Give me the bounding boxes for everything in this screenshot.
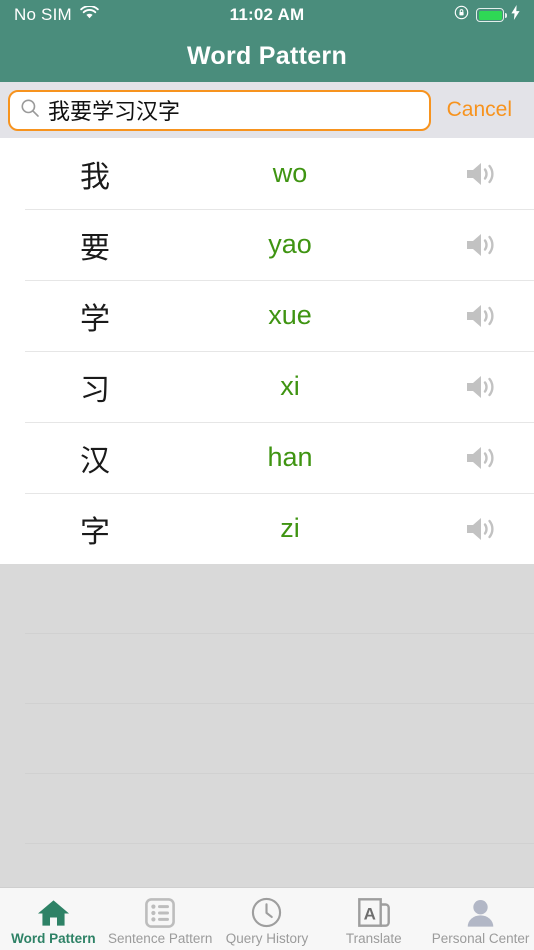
cancel-button[interactable]: Cancel <box>431 98 526 122</box>
speaker-icon[interactable] <box>430 230 534 260</box>
rotation-lock-icon <box>454 5 469 25</box>
pinyin-cell: han <box>267 442 313 472</box>
results-list: 我 wo 要 yao 学 xue 习 xi 汉 han 字 zi <box>0 138 534 564</box>
lightning-bolt-icon <box>511 5 520 25</box>
character-cell: 要 <box>80 230 110 266</box>
search-input-value: 我要学习汉字 <box>48 100 181 125</box>
translate-icon: A <box>357 895 390 928</box>
tab-label: Sentence Pattern <box>108 931 213 946</box>
status-bar-right <box>454 5 520 25</box>
empty-rows-area <box>0 564 534 887</box>
tab-bar: Word Pattern Sentence Pattern Query Hist… <box>0 887 534 950</box>
tab-label: Personal Center <box>431 931 530 946</box>
svg-text:A: A <box>363 905 375 924</box>
clock-icon <box>251 895 282 928</box>
status-bar-left: No SIM <box>14 5 99 25</box>
tab-personal-center[interactable]: Personal Center <box>427 888 534 950</box>
status-bar: No SIM 11:02 AM <box>0 0 534 30</box>
results-scroll-area[interactable]: 我 wo 要 yao 学 xue 习 xi 汉 han 字 zi <box>0 138 534 887</box>
person-icon <box>465 895 496 928</box>
character-cell: 我 <box>80 159 110 195</box>
list-icon <box>145 895 176 928</box>
search-bar: 我要学习汉字 Cancel <box>0 82 534 138</box>
speaker-icon[interactable] <box>430 301 534 331</box>
navigation-bar: Word Pattern <box>0 30 534 82</box>
table-row[interactable]: 习 xi <box>0 351 534 422</box>
wifi-icon <box>80 5 99 25</box>
page-title: Word Pattern <box>186 41 348 70</box>
speaker-icon[interactable] <box>430 514 534 544</box>
tab-label: Word Pattern <box>11 931 96 946</box>
character-cell: 学 <box>80 301 110 337</box>
character-cell: 汉 <box>80 443 110 479</box>
battery-icon <box>476 8 507 22</box>
table-row[interactable]: 学 xue <box>0 280 534 351</box>
pinyin-cell: yao <box>268 229 312 259</box>
app-screen: No SIM 11:02 AM Word Pattern 我要学习汉字 Canc… <box>0 0 534 950</box>
pinyin-cell: xue <box>268 300 312 330</box>
character-cell: 习 <box>80 372 110 408</box>
speaker-icon[interactable] <box>430 159 534 189</box>
pinyin-cell: wo <box>272 158 308 188</box>
tab-word-pattern[interactable]: Word Pattern <box>0 888 107 950</box>
carrier-label: No SIM <box>14 5 72 24</box>
tab-label: Translate <box>345 931 402 946</box>
pinyin-cell: xi <box>280 371 300 401</box>
speaker-icon[interactable] <box>430 443 534 473</box>
table-row[interactable]: 我 wo <box>0 138 534 209</box>
tab-sentence-pattern[interactable]: Sentence Pattern <box>107 888 214 950</box>
table-row[interactable]: 要 yao <box>0 209 534 280</box>
character-cell: 字 <box>80 514 110 550</box>
tab-translate[interactable]: A Translate <box>320 888 427 950</box>
speaker-icon[interactable] <box>430 372 534 402</box>
tab-label: Query History <box>225 931 309 946</box>
table-row[interactable]: 汉 han <box>0 422 534 493</box>
search-icon <box>20 98 40 123</box>
pinyin-cell: zi <box>280 513 300 543</box>
search-input[interactable]: 我要学习汉字 <box>8 89 431 131</box>
home-icon <box>37 895 70 928</box>
tab-query-history[interactable]: Query History <box>214 888 321 950</box>
table-row[interactable]: 字 zi <box>0 493 534 564</box>
